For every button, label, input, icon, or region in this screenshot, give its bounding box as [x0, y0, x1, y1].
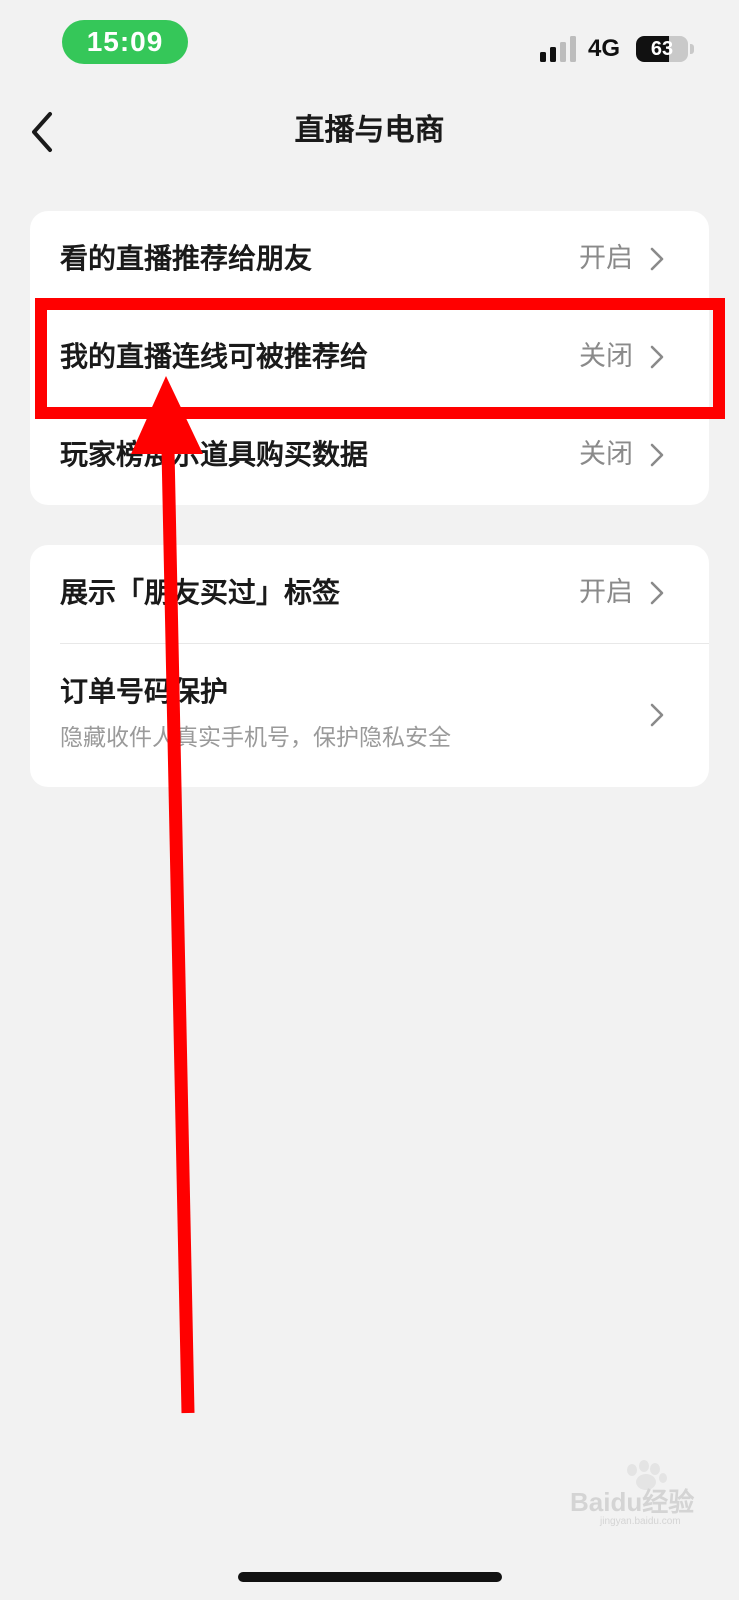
setting-row-recommend-watched-live[interactable]: 看的直播推荐给朋友 开启	[30, 211, 709, 309]
chevron-right-icon	[650, 581, 664, 605]
setting-label: 玩家榜展示道具购买数据	[60, 438, 369, 471]
setting-label: 我的直播连线可被推荐给	[60, 340, 369, 373]
watermark-brand: Baidu经验	[570, 1487, 695, 1517]
settings-card-commerce: 展示「朋友买过」标签 开启 订单号码保护 隐藏收件人真实手机号，保护隐私安全	[30, 545, 709, 787]
setting-row-order-number-protection[interactable]: 订单号码保护 隐藏收件人真实手机号，保护隐私安全	[30, 643, 709, 787]
battery-cap	[690, 44, 694, 54]
setting-value: 关闭	[579, 439, 633, 470]
watermark-url: jingyan.baidu.com	[600, 1516, 681, 1527]
page-title: 直播与电商	[294, 113, 445, 148]
chevron-right-icon	[650, 247, 664, 271]
battery-icon: 63	[636, 36, 688, 62]
setting-label: 展示「朋友买过」标签	[60, 576, 341, 609]
setting-subtitle: 隐藏收件人真实手机号，保护隐私安全	[60, 725, 451, 751]
setting-value: 关闭	[579, 341, 633, 372]
status-time: 15:09	[62, 20, 188, 64]
chevron-right-icon	[650, 443, 664, 467]
chevron-right-icon	[650, 345, 664, 369]
setting-label: 订单号码保护	[60, 675, 229, 708]
cellular-signal-icon	[540, 36, 576, 62]
setting-label: 看的直播推荐给朋友	[60, 242, 313, 275]
network-type-label: 4G	[588, 35, 621, 62]
setting-row-leaderboard-purchase-data[interactable]: 玩家榜展示道具购买数据 关闭	[30, 407, 709, 505]
battery-level: 63	[650, 38, 674, 60]
setting-row-live-link-recommend[interactable]: 我的直播连线可被推荐给 关闭	[30, 309, 709, 407]
setting-value: 开启	[579, 577, 633, 608]
settings-card-live: 看的直播推荐给朋友 开启 我的直播连线可被推荐给 关闭 玩家榜展示道具购买数据 …	[30, 211, 709, 505]
setting-row-friends-bought-tag[interactable]: 展示「朋友买过」标签 开启	[30, 545, 709, 643]
setting-value: 开启	[579, 243, 633, 274]
chevron-right-icon	[650, 703, 664, 727]
home-indicator[interactable]	[238, 1572, 502, 1582]
status-bar: 15:09 4G 63	[0, 0, 739, 90]
